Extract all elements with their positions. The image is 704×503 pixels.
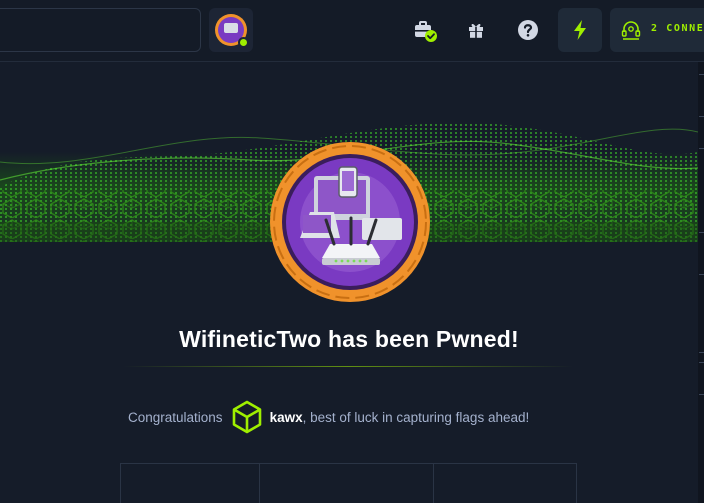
user-avatar[interactable] <box>209 8 253 52</box>
stats-divider <box>433 464 434 503</box>
title-divider <box>123 366 573 367</box>
stats-divider <box>259 464 260 503</box>
connection-headset-icon <box>621 21 641 40</box>
help-icon <box>518 20 538 40</box>
gift-button[interactable] <box>454 8 498 52</box>
congratulations-message: Congratulations kawx , best of luck in c… <box>128 400 529 434</box>
pwned-title: WifineticTwo has been Pwned! <box>179 326 519 352</box>
bolt-icon <box>574 20 586 40</box>
scrollbar[interactable] <box>698 62 704 503</box>
search-input[interactable] <box>0 8 201 52</box>
top-navigation-bar: 2 CONNECTIONS <box>0 0 704 62</box>
toolbox-check-icon <box>415 21 437 42</box>
machine-badge-icon <box>270 142 430 302</box>
pwn-stats-table <box>120 463 577 503</box>
congrats-prefix: Congratulations <box>128 409 223 425</box>
bolt-button[interactable] <box>558 8 602 52</box>
online-status-dot <box>238 37 249 48</box>
toolbox-button[interactable] <box>403 8 447 52</box>
help-button[interactable] <box>506 8 550 52</box>
congrats-suffix: , best of luck in capturing flags ahead! <box>302 409 530 425</box>
gift-icon <box>469 23 483 38</box>
user-rank-cube-icon <box>232 400 261 434</box>
connections-button[interactable]: 2 CONNECTIONS <box>610 8 704 52</box>
connections-label: 2 CONNECTIONS <box>651 23 704 34</box>
congrats-username[interactable]: kawx <box>270 410 303 425</box>
